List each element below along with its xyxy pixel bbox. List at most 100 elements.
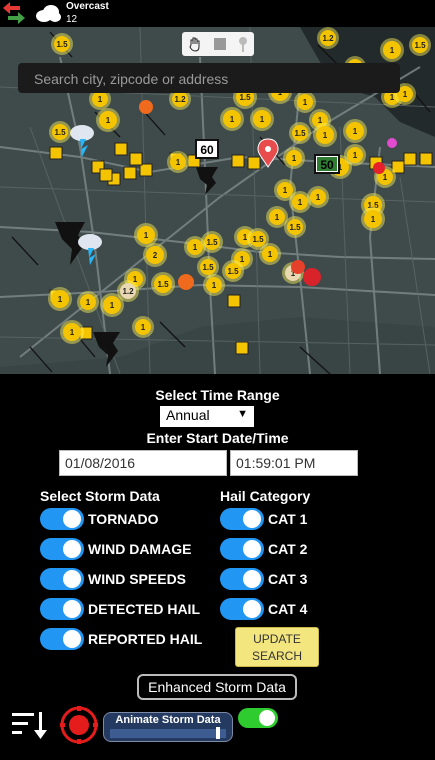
hail-marker-label: 1 xyxy=(298,198,303,207)
hail-marker[interactable]: 1 xyxy=(343,119,367,143)
start-time-field[interactable]: 01:59:01 PM xyxy=(230,450,358,476)
hand-pan-icon[interactable] xyxy=(187,36,203,52)
map-search-bar xyxy=(18,63,400,95)
hail-marker[interactable]: 1 xyxy=(96,108,120,132)
toggle-row-detected-hail: DETECTED HAIL xyxy=(40,598,200,620)
start-date-field[interactable]: 01/08/2016 xyxy=(59,450,227,476)
controls-panel: Select Time Range Annual ▼ Enter Start D… xyxy=(0,374,435,760)
hail-marker[interactable]: 1.5 xyxy=(197,256,219,278)
hail-marker-label: 1.5 xyxy=(252,235,264,244)
cat3-toggle[interactable] xyxy=(220,568,264,590)
hail-marker-label: 1.5 xyxy=(414,41,426,50)
hail-marker[interactable]: 1 xyxy=(283,147,305,169)
hail-marker[interactable]: 1.5 xyxy=(409,34,431,56)
hail-marker-label: 1 xyxy=(353,127,358,136)
cat4-toggle[interactable] xyxy=(220,598,264,620)
hail-marker-label: 1 xyxy=(176,158,181,167)
hail-marker[interactable]: 1.5 xyxy=(222,260,244,282)
hail-marker[interactable]: 1 xyxy=(132,316,154,338)
toggle-label: CAT 4 xyxy=(268,601,308,617)
hail-marker-label: 1 xyxy=(390,46,395,55)
hail-marker-label: 1.5 xyxy=(202,263,214,272)
hail-marker[interactable]: 1 xyxy=(344,144,366,166)
detected-hail-toggle[interactable] xyxy=(40,598,84,620)
hail-marker-label: 1 xyxy=(110,301,115,310)
location-pin-icon[interactable] xyxy=(257,138,279,168)
hail-marker-label: 1 xyxy=(141,323,146,332)
svg-text:60: 60 xyxy=(200,143,214,157)
hail-marker-label: 1 xyxy=(283,186,288,195)
hail-marker[interactable]: 1 xyxy=(77,291,99,313)
hail-marker-label: 1 xyxy=(240,255,245,264)
square-draw-icon[interactable] xyxy=(213,37,227,51)
hail-marker-label: 1.5 xyxy=(157,280,169,289)
hail-marker-label: 1.5 xyxy=(206,238,218,247)
hail-marker[interactable]: 1 xyxy=(250,107,274,131)
search-input[interactable] xyxy=(32,63,390,95)
storm-map[interactable]: 1.51.211.5111.21.5111111111.5111.5111111… xyxy=(0,27,435,374)
hail-marker[interactable]: 1 xyxy=(380,38,404,62)
hail-marker-label: 1.2 xyxy=(122,287,134,296)
hail-marker[interactable]: 1 xyxy=(259,243,281,265)
animate-track[interactable] xyxy=(110,729,226,738)
tornado-toggle[interactable] xyxy=(40,508,84,530)
hail-marker[interactable]: 1 xyxy=(307,186,329,208)
start-datetime-title: Enter Start Date/Time xyxy=(146,430,289,446)
enhanced-storm-data-button[interactable]: Enhanced Storm Data xyxy=(137,674,297,700)
hail-marker-label: 1.5 xyxy=(56,40,68,49)
hail-marker[interactable]: 2 xyxy=(143,243,167,267)
hail-marker[interactable]: 1.5 xyxy=(284,216,306,238)
hail-marker[interactable]: 1 xyxy=(313,123,337,147)
hail-marker[interactable]: 1 xyxy=(184,236,206,258)
hail-marker[interactable]: 1.5 xyxy=(289,122,311,144)
animate-storm-slider[interactable]: Animate Storm Data xyxy=(103,712,233,742)
hail-marker[interactable]: 1.2 xyxy=(117,280,139,302)
hail-marker-label: 1 xyxy=(292,154,297,163)
hail-marker-label: 2 xyxy=(153,251,158,260)
wind-damage-toggle[interactable] xyxy=(40,538,84,560)
toggle-row-reported-hail: REPORTED HAIL xyxy=(40,628,202,650)
toggle-row-cat1: CAT 1 xyxy=(220,508,307,530)
hail-marker-label: 1 xyxy=(193,243,198,252)
hail-marker[interactable]: 1 xyxy=(167,151,189,173)
time-range-select[interactable]: Annual ▼ xyxy=(160,406,254,427)
animate-toggle[interactable] xyxy=(238,708,278,728)
hail-marker-label: 1.5 xyxy=(54,128,66,137)
hail-marker-label: 1 xyxy=(144,231,149,240)
point-draw-icon[interactable] xyxy=(237,36,249,52)
hail-marker[interactable]: 1.5 xyxy=(151,272,175,296)
weather-temperature: 12 xyxy=(66,14,78,25)
toggle-row-cat3: CAT 3 xyxy=(220,568,307,590)
record-icon[interactable] xyxy=(60,706,98,744)
cat1-toggle[interactable] xyxy=(220,508,264,530)
wind-speeds-toggle[interactable] xyxy=(40,568,84,590)
toggle-label: CAT 3 xyxy=(268,571,308,587)
hail-marker-label: 1.5 xyxy=(227,267,239,276)
hail-marker-label: 1 xyxy=(86,298,91,307)
hail-marker[interactable]: 1.2 xyxy=(317,27,339,49)
sort-list-icon[interactable] xyxy=(12,710,50,740)
cat2-toggle[interactable] xyxy=(220,538,264,560)
hail-marker[interactable]: 1.5 xyxy=(51,33,73,55)
swap-arrows-icon[interactable] xyxy=(2,2,26,24)
toggle-label: CAT 1 xyxy=(268,511,308,527)
hail-marker[interactable]: 1.5 xyxy=(49,121,71,143)
hail-marker[interactable]: 1 xyxy=(220,107,244,131)
hail-marker[interactable]: 1 xyxy=(60,320,84,344)
toggle-row-cat2: CAT 2 xyxy=(220,538,307,560)
hail-marker[interactable]: 1 xyxy=(48,287,72,311)
hail-marker-label: 1 xyxy=(383,173,388,182)
hail-marker-label: 1 xyxy=(58,295,63,304)
hail-marker-label: 1 xyxy=(403,90,408,99)
hail-marker-label: 1.5 xyxy=(289,223,301,232)
reported-hail-toggle[interactable] xyxy=(40,628,84,650)
toggle-row-wind-speeds: WIND SPEEDS xyxy=(40,568,186,590)
hail-category-header: Hail Category xyxy=(220,488,311,504)
update-search-button[interactable]: UPDATE SEARCH xyxy=(235,627,319,667)
hail-marker-label: 1 xyxy=(316,193,321,202)
hail-marker[interactable]: 1 xyxy=(361,207,385,231)
hail-marker-label: 1 xyxy=(275,213,280,222)
hail-marker-label: 1 xyxy=(268,250,273,259)
animate-thumb[interactable] xyxy=(216,727,220,739)
hail-marker-label: 1 xyxy=(353,151,358,160)
